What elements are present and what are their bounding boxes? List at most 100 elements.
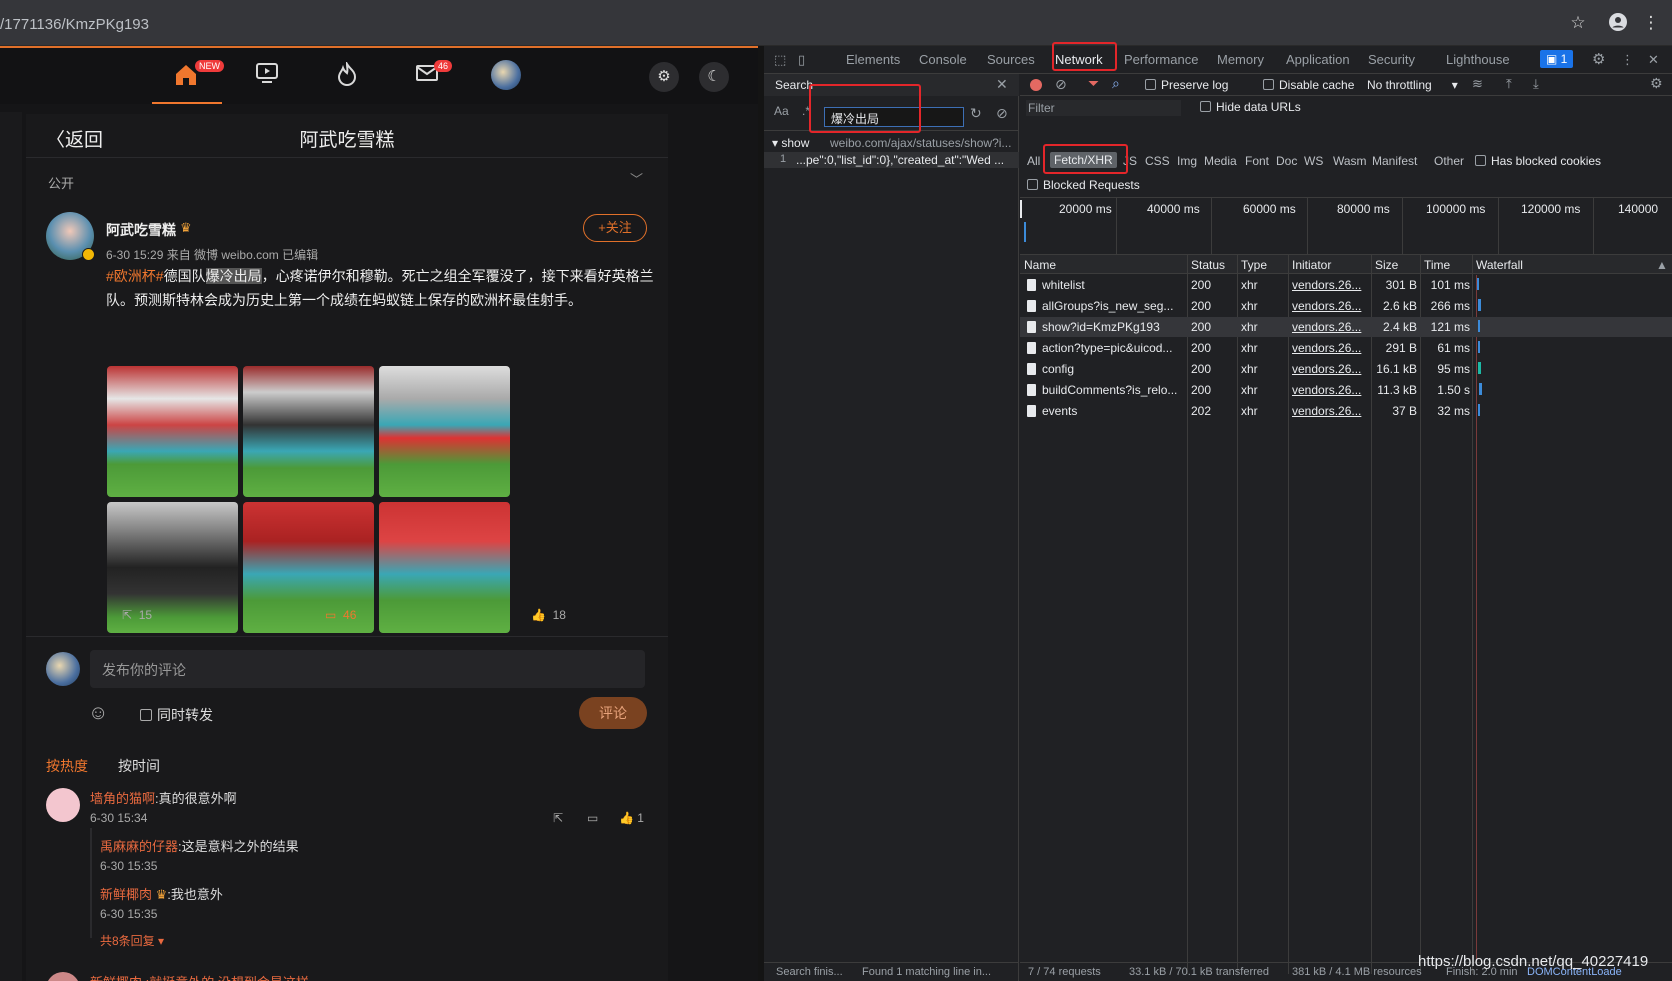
filter-doc[interactable]: Doc xyxy=(1276,154,1297,168)
commenter-avatar[interactable] xyxy=(46,788,80,822)
blocked-requests-checkbox[interactable]: Blocked Requests xyxy=(1027,178,1140,192)
submit-comment-button[interactable]: 评论 xyxy=(579,697,647,729)
throttling-select[interactable]: No throttling ▾ xyxy=(1367,78,1458,92)
issues-badge[interactable]: ▣ 1 xyxy=(1540,50,1574,68)
filter-css[interactable]: CSS xyxy=(1145,154,1170,168)
more-replies-link[interactable]: 共8条回复 ▾ xyxy=(100,932,164,949)
cell-status: 200 xyxy=(1191,362,1212,376)
tab-console[interactable]: Console xyxy=(919,52,967,67)
profile-icon[interactable] xyxy=(1608,13,1628,33)
filter-input[interactable]: Filter xyxy=(1026,100,1181,116)
has-blocked-cookies-checkbox[interactable]: Has blocked cookies xyxy=(1475,154,1601,168)
close-devtools-icon[interactable]: ✕ xyxy=(1648,52,1659,68)
request-row[interactable]: show?id=KmzPKg193 200 xhr vendors.26... 2.4 … xyxy=(1020,317,1672,337)
cell-initiator[interactable]: vendors.26... xyxy=(1292,278,1367,292)
column-waterfall[interactable]: Waterfall xyxy=(1476,258,1523,272)
post-photo[interactable] xyxy=(243,366,374,497)
sort-by-hot-tab[interactable]: 按热度 xyxy=(46,756,88,776)
devtools-more-icon[interactable]: ⋮ xyxy=(1621,52,1634,68)
like-button[interactable]: 👍 1 xyxy=(619,811,644,825)
filter-ws[interactable]: WS xyxy=(1304,154,1323,168)
preserve-log-checkbox[interactable]: Preserve log xyxy=(1145,78,1228,92)
filter-media[interactable]: Media xyxy=(1204,154,1237,168)
filter-funnel-icon[interactable]: ⏷ xyxy=(1088,75,1099,92)
request-row[interactable]: action?type=pic&uicod... 200 xhr vendors.26… xyxy=(1020,338,1672,358)
cell-initiator[interactable]: vendors.26... xyxy=(1292,383,1367,397)
share-icon[interactable]: ⇱ xyxy=(553,811,563,825)
commenter-avatar[interactable] xyxy=(46,972,80,981)
cell-initiator[interactable]: vendors.26... xyxy=(1292,320,1367,334)
devtools-settings-gear-icon[interactable]: ⚙ xyxy=(1592,50,1605,68)
cell-initiator[interactable]: vendors.26... xyxy=(1292,362,1367,376)
device-toolbar-icon[interactable]: ▯ xyxy=(798,52,805,68)
inspect-element-icon[interactable]: ⬚ xyxy=(774,52,786,68)
user-avatar[interactable] xyxy=(491,60,521,90)
comment-input[interactable]: 发布你的评论 xyxy=(90,650,645,688)
filter-wasm[interactable]: Wasm xyxy=(1333,154,1367,168)
tab-performance[interactable]: Performance xyxy=(1124,52,1198,67)
post-photo[interactable] xyxy=(379,502,510,633)
tab-memory[interactable]: Memory xyxy=(1217,52,1264,67)
network-settings-gear-icon[interactable]: ⚙ xyxy=(1650,75,1663,92)
export-har-icon[interactable]: ⤓ xyxy=(1533,76,1539,92)
comment-icon[interactable]: ▭ xyxy=(587,811,598,825)
author-name[interactable]: 阿武吃雪糕 xyxy=(106,220,176,240)
request-row[interactable]: allGroups?is_new_seg... 200 xhr vendors.26.… xyxy=(1020,296,1672,316)
repost-button[interactable]: ⇱ 15 xyxy=(122,608,152,622)
post-photo[interactable] xyxy=(107,366,238,497)
video-icon[interactable] xyxy=(253,62,281,90)
tab-lighthouse[interactable]: Lighthouse xyxy=(1446,52,1510,67)
cell-initiator[interactable]: vendors.26... xyxy=(1292,404,1367,418)
hide-data-urls-checkbox[interactable]: Hide data URLs xyxy=(1200,100,1301,114)
import-har-icon[interactable]: ⤒ xyxy=(1506,76,1512,92)
post-photo[interactable] xyxy=(379,366,510,497)
filter-other[interactable]: Other xyxy=(1434,154,1464,168)
request-row[interactable]: events 202 xhr vendors.26... 37 B 32 ms xyxy=(1020,401,1672,421)
close-search-icon[interactable]: ✕ xyxy=(996,76,1008,93)
repost-checkbox[interactable]: 同时转发 xyxy=(140,705,213,725)
filter-img[interactable]: Img xyxy=(1177,154,1197,168)
bookmark-star-icon[interactable]: ☆ xyxy=(1568,13,1588,33)
clear-icon[interactable]: ⊘ xyxy=(996,105,1008,122)
sort-by-time-tab[interactable]: 按时间 xyxy=(118,756,160,776)
disable-cache-checkbox[interactable]: Disable cache xyxy=(1263,78,1354,92)
follow-button[interactable]: +关注 xyxy=(583,214,647,242)
tab-security[interactable]: Security xyxy=(1368,52,1415,67)
clear-log-icon[interactable]: ⊘ xyxy=(1055,76,1067,93)
cell-initiator[interactable]: vendors.26... xyxy=(1292,341,1367,355)
column-initiator[interactable]: Initiator xyxy=(1292,258,1331,272)
filter-manifest[interactable]: Manifest xyxy=(1372,154,1417,168)
search-result-line[interactable]: 1 ...pe":0,"list_id":0},"created_at":"We… xyxy=(764,152,1019,168)
network-conditions-icon[interactable]: ≋ xyxy=(1472,76,1483,92)
column-time[interactable]: Time xyxy=(1424,258,1450,272)
column-type[interactable]: Type xyxy=(1241,258,1267,272)
dark-mode-moon-icon[interactable]: ☾ xyxy=(699,62,729,92)
settings-gear-icon[interactable]: ⚙ xyxy=(649,62,679,92)
match-case-toggle[interactable]: Aa xyxy=(774,104,789,118)
sort-ascending-icon[interactable]: ▲ xyxy=(1656,258,1668,272)
request-row[interactable]: buildComments?is_relo... 200 xhr vendors.26… xyxy=(1020,380,1672,400)
address-bar[interactable]: /1771136/KmzPKg193 xyxy=(0,16,149,33)
filter-all[interactable]: All xyxy=(1027,154,1040,168)
column-name[interactable]: Name xyxy=(1024,258,1056,272)
tab-sources[interactable]: Sources xyxy=(987,52,1035,67)
filter-font[interactable]: Font xyxy=(1245,154,1269,168)
hashtag-link[interactable]: #欧洲杯# xyxy=(106,268,164,284)
refresh-icon[interactable]: ↻ xyxy=(970,105,982,122)
cell-initiator[interactable]: vendors.26... xyxy=(1292,299,1367,313)
column-size[interactable]: Size xyxy=(1375,258,1398,272)
hot-fire-icon[interactable] xyxy=(333,60,361,90)
tab-elements[interactable]: Elements xyxy=(846,52,900,67)
comment-button[interactable]: ▭ 46 xyxy=(325,608,356,622)
browser-menu-icon[interactable]: ⋮ xyxy=(1641,13,1661,33)
request-row[interactable]: config 200 xhr vendors.26... 16.1 kB 95 ms xyxy=(1020,359,1672,379)
search-result-file[interactable]: ▾ show xyxy=(772,136,809,150)
search-icon[interactable]: ⌕ xyxy=(1112,75,1120,92)
record-icon[interactable] xyxy=(1030,79,1042,91)
chevron-down-icon[interactable]: ﹀ xyxy=(630,169,643,188)
emoji-icon[interactable]: ☺ xyxy=(88,702,108,725)
column-status[interactable]: Status xyxy=(1191,258,1225,272)
request-row[interactable]: whitelist 200 xhr vendors.26... 301 B 101 ms xyxy=(1020,275,1672,295)
tab-application[interactable]: Application xyxy=(1286,52,1350,67)
like-button[interactable]: 👍 18 xyxy=(531,608,566,622)
